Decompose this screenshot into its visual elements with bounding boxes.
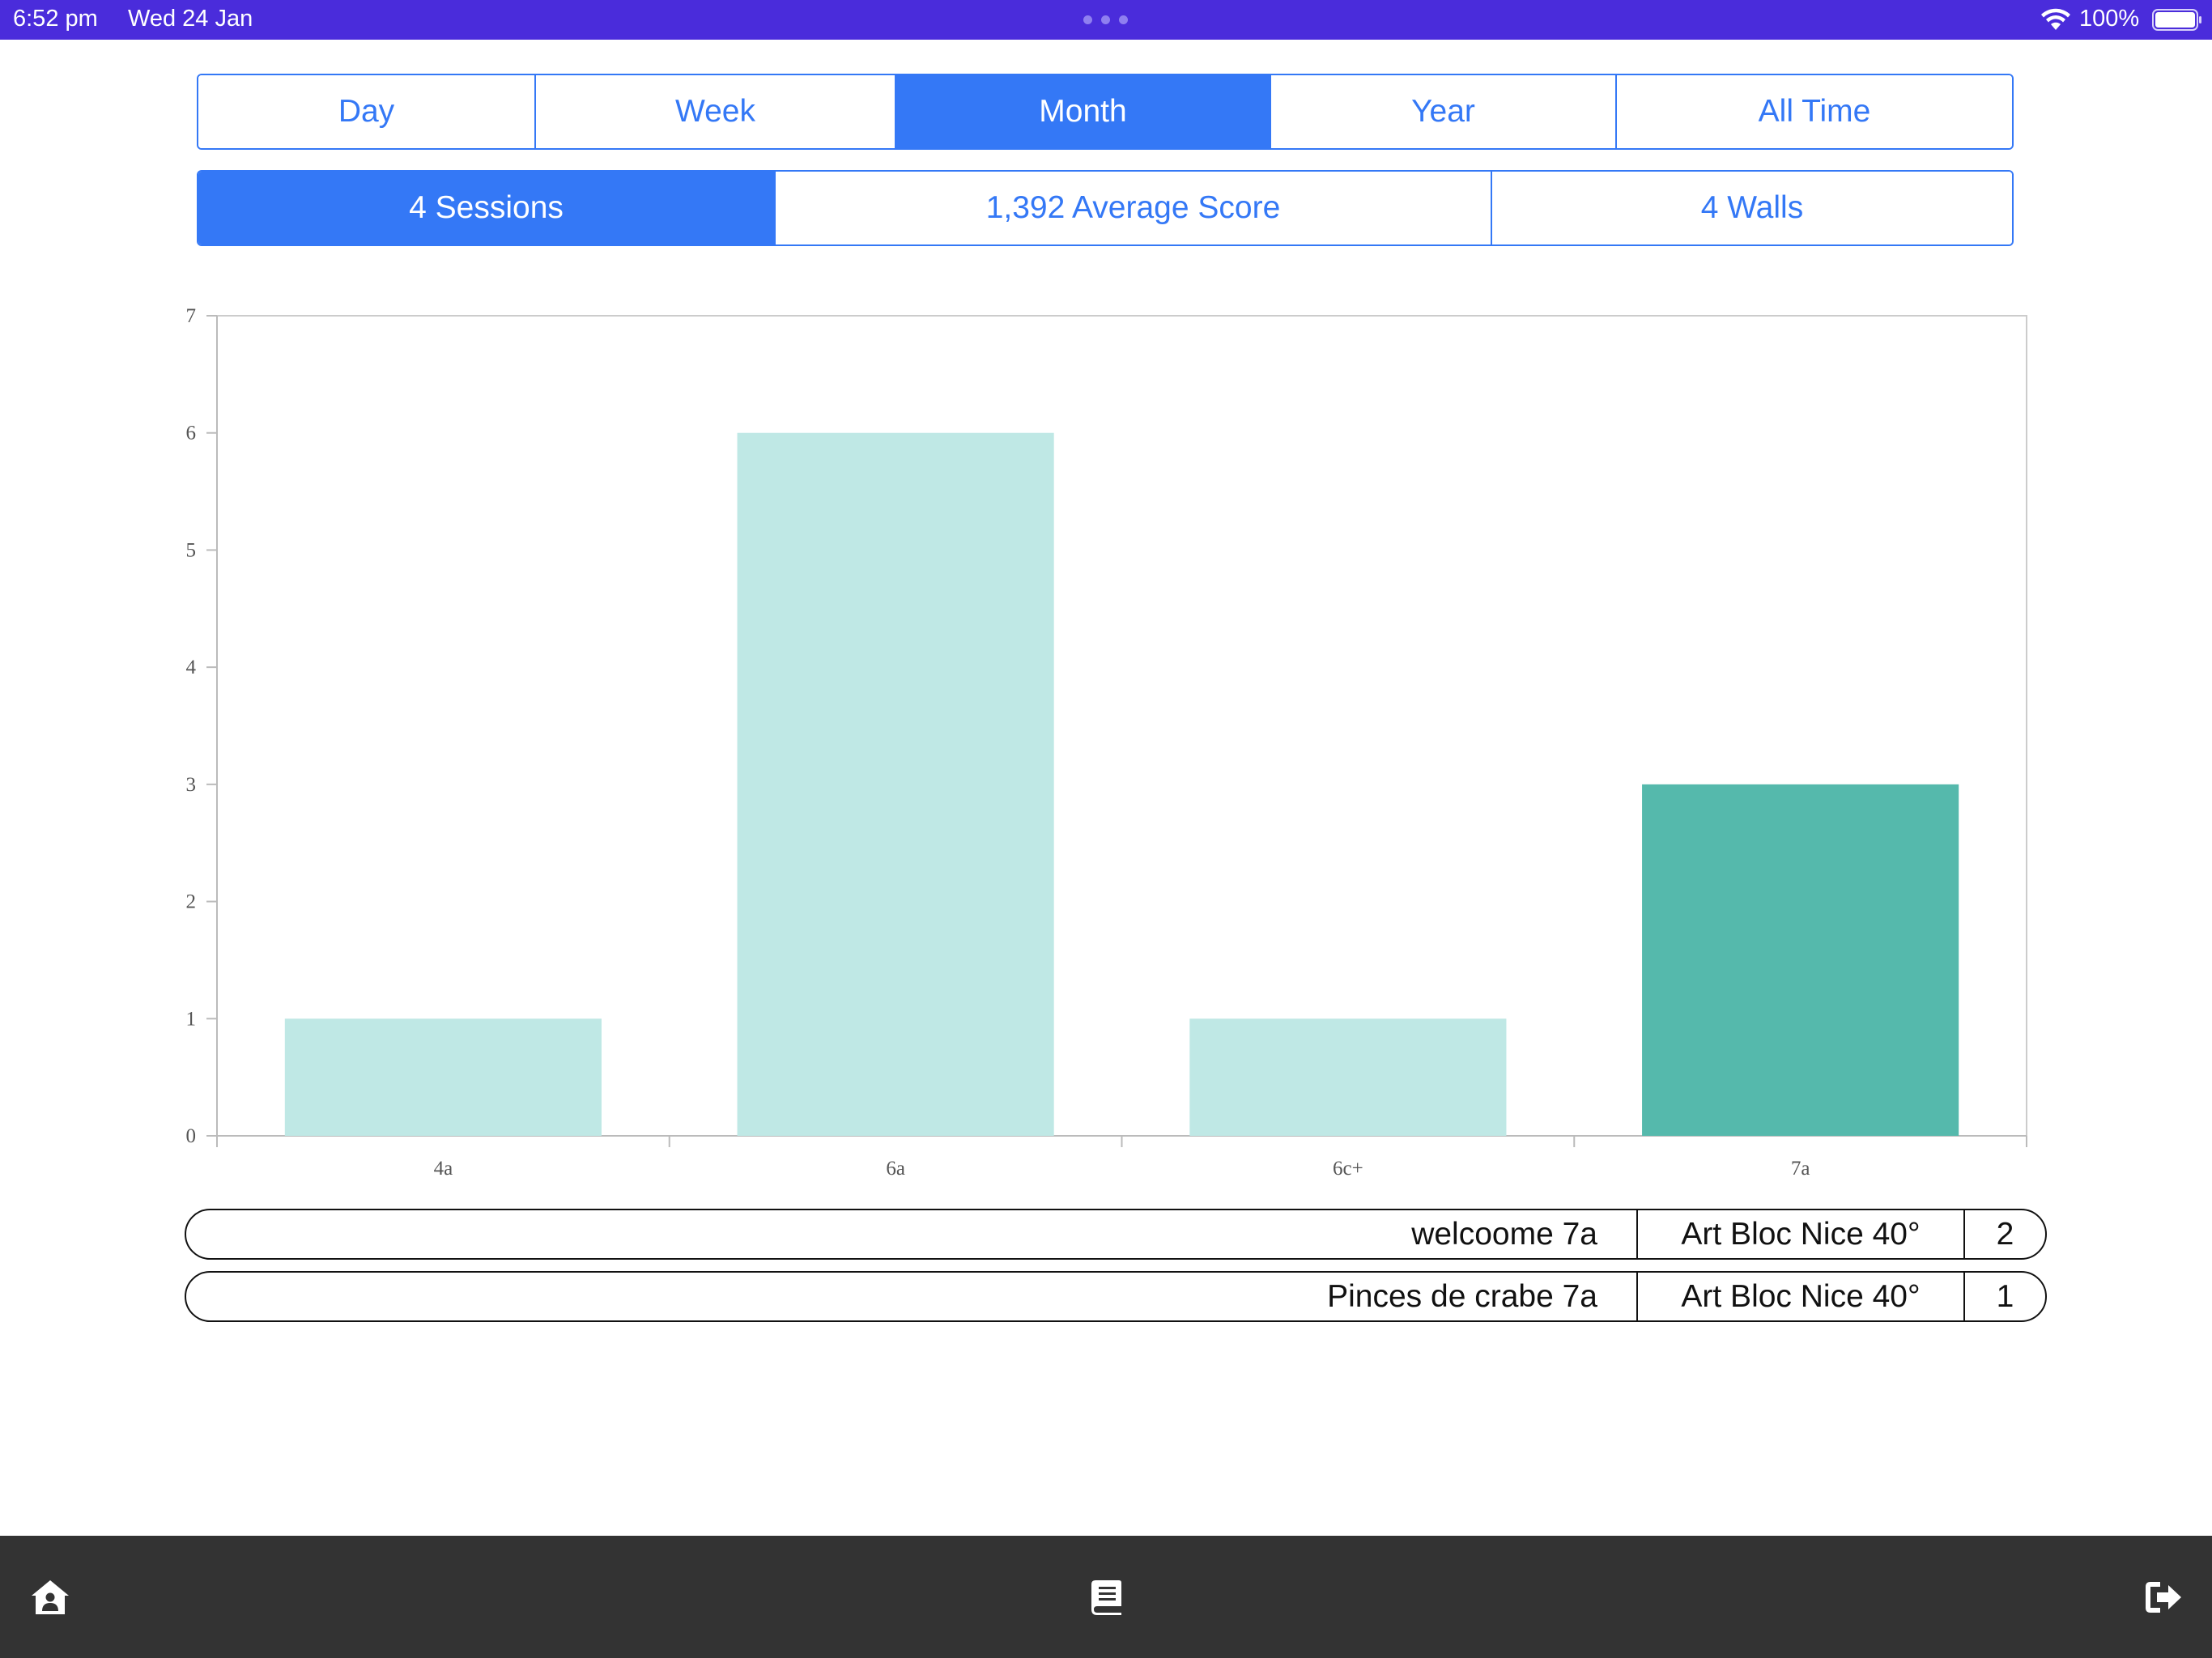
period-segmented-control: Day Week Month Year All Time — [197, 74, 2014, 150]
status-date: Wed 24 Jan — [128, 6, 253, 32]
bar-7a — [1642, 784, 1959, 1136]
y-tick-label: 2 — [186, 891, 197, 913]
status-bar: 6:52 pm Wed 24 Jan 100% — [0, 0, 2212, 40]
book-icon — [1091, 1580, 1121, 1615]
x-axis-ticks: 4a 6a 6c+ 7a — [216, 1136, 2027, 1180]
bar-4a — [284, 1018, 602, 1136]
route-row[interactable]: welcoome 7a Art Bloc Nice 40° 2 — [185, 1209, 2047, 1260]
logout-button[interactable] — [2142, 1578, 2184, 1617]
y-tick-label: 5 — [186, 539, 197, 561]
tab-walls[interactable]: 4 Walls — [1492, 172, 2012, 244]
route-row[interactable]: Pinces de crabe 7a Art Bloc Nice 40° 1 — [185, 1271, 2047, 1322]
home-icon — [32, 1580, 69, 1614]
routes-list: welcoome 7a Art Bloc Nice 40° 2 Pinces d… — [185, 1209, 2047, 1333]
route-name: welcoome 7a — [1411, 1216, 1597, 1252]
tab-week[interactable]: Week — [536, 75, 896, 148]
tab-average-score[interactable]: 1,392 Average Score — [776, 172, 1492, 244]
bar-6a — [737, 432, 1054, 1136]
x-tick-label: 7a — [1791, 1158, 1810, 1180]
battery-icon — [2152, 9, 2201, 31]
y-tick-label: 0 — [186, 1125, 197, 1147]
y-tick-label: 1 — [186, 1008, 197, 1030]
bar-6c+ — [1189, 1018, 1507, 1136]
route-count: 2 — [1963, 1210, 2045, 1258]
tab-year[interactable]: Year — [1271, 75, 1617, 148]
route-name: Pinces de crabe 7a — [1327, 1278, 1597, 1314]
route-wall: Art Bloc Nice 40° — [1636, 1273, 1963, 1320]
x-tick-label: 6c+ — [1333, 1158, 1363, 1180]
tab-day[interactable]: Day — [198, 75, 536, 148]
y-tick-label: 4 — [186, 657, 197, 678]
tab-month[interactable]: Month — [896, 75, 1271, 148]
logout-icon — [2146, 1582, 2181, 1613]
tab-sessions[interactable]: 4 Sessions — [198, 172, 776, 244]
y-tick-label: 3 — [186, 774, 197, 796]
y-tick-label: 7 — [186, 305, 197, 327]
grade-bar-chart: 0 1 2 3 4 5 6 7 4a 6a 6c+ 7a — [186, 305, 2027, 1180]
logbook-button[interactable] — [1087, 1578, 1129, 1617]
y-axis-ticks: 0 1 2 3 4 5 6 7 — [186, 305, 217, 1147]
multitasking-dots-icon[interactable] — [1083, 15, 1129, 25]
x-tick-label: 6a — [886, 1158, 905, 1180]
y-tick-label: 6 — [186, 423, 197, 444]
stats-segmented-control: 4 Sessions 1,392 Average Score 4 Walls — [197, 170, 2014, 246]
wifi-icon — [2041, 8, 2070, 30]
tab-all-time[interactable]: All Time — [1617, 75, 2012, 148]
home-button[interactable] — [29, 1578, 71, 1617]
route-wall: Art Bloc Nice 40° — [1636, 1210, 1963, 1258]
chart-bars — [284, 432, 1959, 1136]
x-tick-label: 4a — [434, 1158, 453, 1180]
status-time: 6:52 pm — [13, 6, 98, 32]
route-count: 1 — [1963, 1273, 2045, 1320]
battery-percentage: 100% — [2079, 6, 2140, 32]
bottom-toolbar — [0, 1536, 2212, 1658]
